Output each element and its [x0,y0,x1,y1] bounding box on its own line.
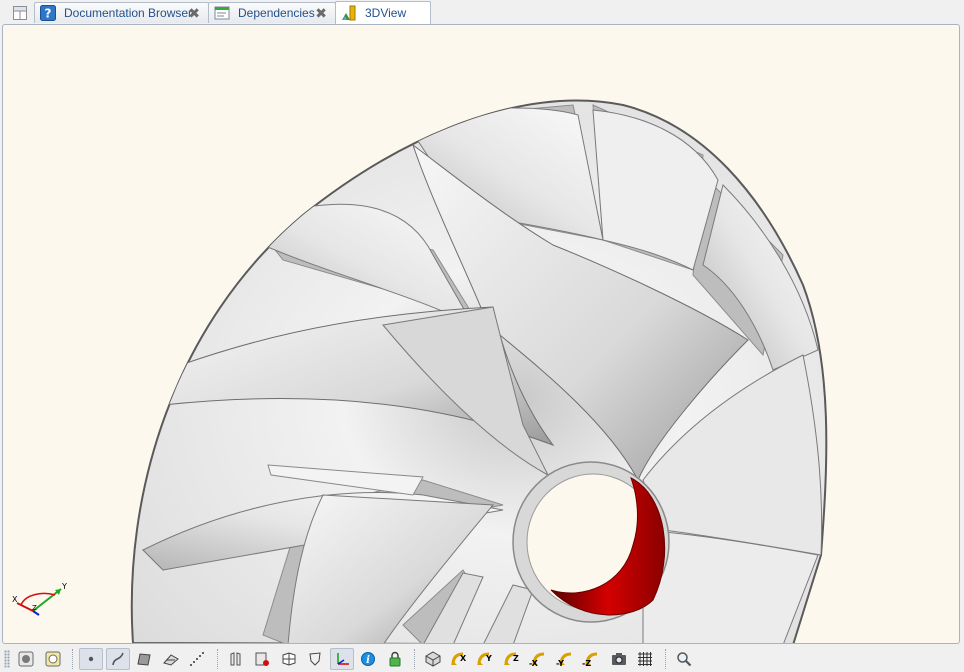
point-icon[interactable] [79,647,103,670]
view-x-label: X [460,654,467,663]
close-icon[interactable]: ✖ [315,5,327,22]
grid-icon[interactable] [633,648,657,670]
axis-icon[interactable] [329,647,354,670]
toolbar-separator [414,648,416,669]
axis-z-label: Z [32,604,37,612]
lock-icon[interactable] [383,648,407,670]
toolbar-separator [72,648,74,669]
view-z-icon[interactable]: Z [501,648,525,670]
tab-manager-grid-icon[interactable] [8,3,32,23]
view-minus-z-label: -Z [582,659,591,667]
info-icon[interactable]: i [356,648,380,670]
snapshot-icon[interactable] [607,648,631,670]
shield-icon[interactable] [303,648,327,670]
clip-icon[interactable] [250,648,274,670]
explode-icon[interactable] [277,648,301,670]
tab-label: 3DView [365,6,407,20]
help-icon: ? [40,5,56,21]
view-y-icon[interactable]: Y [474,648,498,670]
toolbar-separator [664,648,667,669]
tab-3dview[interactable]: 3DView [335,1,431,24]
dependencies-icon [214,6,230,20]
3dview-icon [342,5,356,21]
plane-icon[interactable] [159,648,183,670]
surface-icon[interactable] [132,648,156,670]
point-cloud-icon[interactable] [185,648,209,670]
axis-x-label: X [12,595,18,604]
view-y-label: Y [485,654,492,663]
section-icon[interactable] [224,648,248,670]
view-minus-x-icon[interactable]: -X [527,648,551,670]
view-minus-y-label: -Y [556,659,564,667]
toolbar-grip[interactable] [4,649,10,668]
svg-text:?: ? [45,7,52,21]
tab-dependencies[interactable]: Dependencies ✖ [208,2,336,23]
svg-text:i: i [366,655,370,666]
tab-label: Documentation Browser [64,6,193,20]
view-minus-z-icon[interactable]: -Z [580,648,604,670]
view-minus-y-icon[interactable]: -Y [554,648,578,670]
axis-y-label: Y [61,582,67,591]
tab-documentation-browser[interactable]: ? Documentation Browser ✖ [34,2,209,23]
select-face-icon[interactable] [41,648,65,670]
view-iso-icon[interactable] [421,648,445,670]
select-vertex-icon[interactable] [14,648,38,670]
toolbar-separator [216,648,219,669]
impeller-model[interactable] [3,25,960,644]
curve-icon[interactable] [105,647,130,670]
view-z-label: Z [513,654,519,663]
axis-triad: Y X Z [12,582,67,616]
zoom-icon[interactable] [672,648,696,670]
view-minus-x-label: -X [529,659,539,667]
tab-bar: ? Documentation Browser ✖ Dependencies ✖… [0,0,964,24]
view-toolbar: i X Y Z -X -Y -Z [0,645,964,672]
close-icon[interactable]: ✖ [188,5,200,22]
view-x-icon[interactable]: X [448,648,472,670]
tab-label: Dependencies [238,6,315,20]
3d-viewport[interactable]: Y X Z [2,24,960,644]
